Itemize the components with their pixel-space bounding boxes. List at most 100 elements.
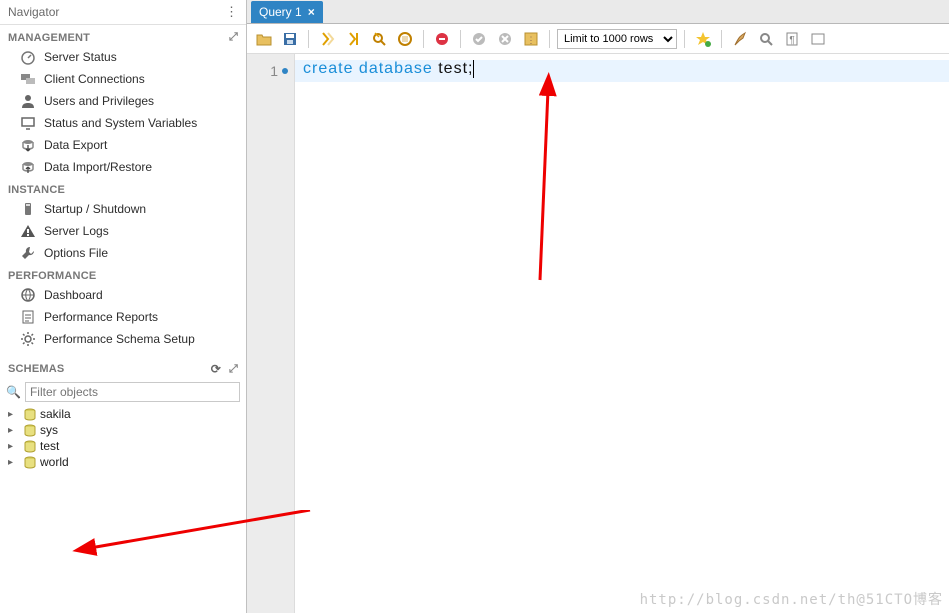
schema-label: sakila [40, 407, 71, 421]
performance-section-header: PERFORMANCE [0, 264, 246, 284]
editor-toolbar: ⋮ Limit to 1000 rows ¶ [247, 24, 949, 54]
nav-item-label: Server Status [44, 50, 117, 64]
chevron-right-icon: ▸ [8, 409, 18, 420]
gear-icon [20, 331, 36, 347]
nav-item-server-status[interactable]: Server Status [0, 46, 246, 68]
watermark: http://blog.csdn.net/th@51CTO博客 [640, 589, 943, 609]
nav-item-label: Startup / Shutdown [44, 202, 146, 216]
globe-icon [20, 287, 36, 303]
schemas-title: SCHEMAS [8, 363, 64, 375]
nav-item-label: Client Connections [44, 72, 145, 86]
keyword-database: database [359, 60, 433, 77]
instance-section-header: INSTANCE [0, 178, 246, 198]
navigator-sidebar: Navigator ⋮ MANAGEMENT ⤢ Server Status Cl… [0, 0, 247, 613]
tab-query-1[interactable]: Query 1 × [251, 1, 323, 23]
nav-item-label: Dashboard [44, 288, 103, 302]
toggle-limits-button[interactable]: ⋮ [520, 28, 542, 50]
search-icon: 🔍 [6, 385, 21, 399]
find-button[interactable] [755, 28, 777, 50]
expand-icon[interactable]: ⤢ [229, 31, 238, 44]
chevron-right-icon: ▸ [8, 425, 18, 436]
nav-item-label: Performance Schema Setup [44, 332, 195, 346]
nav-item-performance-schema-setup[interactable]: Performance Schema Setup [0, 328, 246, 350]
svg-text:¶: ¶ [789, 35, 794, 46]
schema-test[interactable]: ▸ test [6, 438, 240, 454]
monitor-icon [20, 115, 36, 131]
report-icon [20, 309, 36, 325]
code-line[interactable]: create database test; [303, 60, 949, 78]
nav-item-users-and-privileges[interactable]: Users and Privileges [0, 90, 246, 112]
nav-item-label: Options File [44, 246, 108, 260]
database-icon [22, 423, 36, 437]
wrap-button[interactable] [807, 28, 829, 50]
instance-title: INSTANCE [8, 184, 65, 196]
nav-item-data-export[interactable]: Data Export [0, 134, 246, 156]
nav-item-server-logs[interactable]: Server Logs [0, 220, 246, 242]
text-cursor [473, 60, 474, 78]
chevron-right-icon: ▸ [8, 457, 18, 468]
query-tabbar: Query 1 × [247, 0, 949, 24]
line-gutter: 1 [247, 54, 295, 613]
schema-label: test [40, 439, 59, 453]
schema-label: sys [40, 423, 58, 437]
schema-sys[interactable]: ▸ sys [6, 422, 240, 438]
main-area: Query 1 × ⋮ Limit to 1000 rows [247, 0, 949, 613]
navigator-title: Navigator [8, 5, 59, 19]
export-icon [20, 137, 36, 153]
nav-item-options-file[interactable]: Options File [0, 242, 246, 264]
save-button[interactable] [279, 28, 301, 50]
management-section-header: MANAGEMENT ⤢ [0, 25, 246, 46]
beautify-button[interactable] [729, 28, 751, 50]
rollback-button[interactable] [494, 28, 516, 50]
schema-world[interactable]: ▸ world [6, 454, 240, 470]
toggle-autocommit-button[interactable] [431, 28, 453, 50]
management-title: MANAGEMENT [8, 32, 90, 44]
performance-title: PERFORMANCE [8, 270, 96, 282]
user-icon [20, 93, 36, 109]
import-icon [20, 159, 36, 175]
power-icon [20, 201, 36, 217]
nav-item-startup-shutdown[interactable]: Startup / Shutdown [0, 198, 246, 220]
nav-item-label: Data Export [44, 138, 107, 152]
dots-icon[interactable]: ⋮ [225, 4, 238, 20]
execute-current-button[interactable] [342, 28, 364, 50]
close-tab-icon[interactable]: × [308, 5, 315, 19]
nav-item-label: Performance Reports [44, 310, 158, 324]
execute-button[interactable] [316, 28, 338, 50]
schema-label: world [40, 455, 69, 469]
nav-item-label: Status and System Variables [44, 116, 197, 130]
row-limit-select[interactable]: Limit to 1000 rows [557, 29, 677, 49]
explain-button[interactable] [368, 28, 390, 50]
open-file-button[interactable] [253, 28, 275, 50]
chevron-right-icon: ▸ [8, 441, 18, 452]
nav-item-label: Server Logs [44, 224, 109, 238]
favorite-button[interactable] [692, 28, 714, 50]
sql-editor[interactable]: 1 create database test; [247, 54, 949, 613]
line-number: 1 [270, 63, 278, 79]
expand-schemas-icon[interactable]: ⤢ [229, 363, 238, 376]
nav-item-dashboard[interactable]: Dashboard [0, 284, 246, 306]
nav-item-performance-reports[interactable]: Performance Reports [0, 306, 246, 328]
nav-item-status-and-system-variables[interactable]: Status and System Variables [0, 112, 246, 134]
wrench-icon [20, 245, 36, 261]
database-icon [22, 439, 36, 453]
tab-label: Query 1 [259, 5, 302, 19]
stop-button[interactable] [394, 28, 416, 50]
navigator-header: Navigator ⋮ [0, 0, 246, 25]
refresh-icon[interactable]: ⟳ [211, 362, 221, 376]
nav-item-data-import-restore[interactable]: Data Import/Restore [0, 156, 246, 178]
nav-item-client-connections[interactable]: Client Connections [0, 68, 246, 90]
commit-button[interactable] [468, 28, 490, 50]
toggle-invisible-button[interactable]: ¶ [781, 28, 803, 50]
schema-sakila[interactable]: ▸ sakila [6, 406, 240, 422]
keyword-create: create [303, 60, 353, 77]
nav-item-label: Users and Privileges [44, 94, 154, 108]
database-icon [22, 407, 36, 421]
identifier-test: test; [438, 60, 473, 77]
statement-marker-icon [282, 68, 288, 74]
schemas-section-header: SCHEMAS ⟳ ⤢ [0, 356, 246, 378]
filter-objects-input[interactable] [25, 382, 240, 402]
clients-icon [20, 71, 36, 87]
gauge-icon [20, 49, 36, 65]
warn-icon [20, 223, 36, 239]
